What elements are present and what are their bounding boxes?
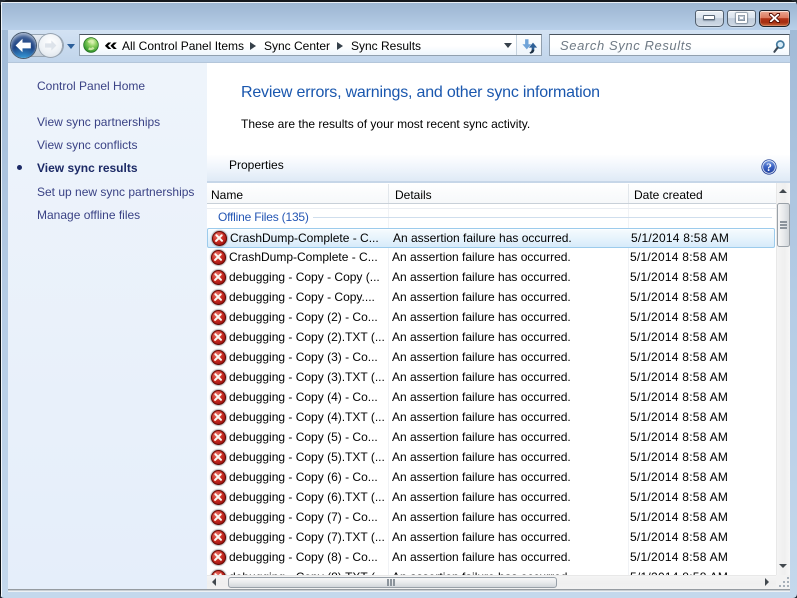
svg-text:?: ?: [766, 162, 772, 174]
